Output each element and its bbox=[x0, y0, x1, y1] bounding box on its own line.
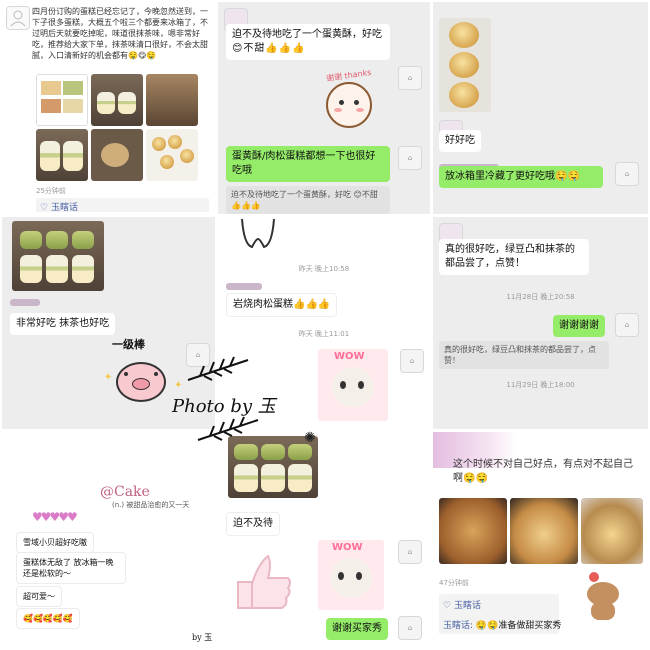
panel-moments-post: 四月份订购的蛋糕已经忘记了，今晚忽然送到，一下子很多蛋糕，大概五个啦三个都要来冰… bbox=[2, 2, 215, 214]
message-bubble[interactable]: 真的很好吃，绿豆凸和抹茶的都品尝了，点赞！ bbox=[439, 239, 589, 275]
cake-inside-photo[interactable] bbox=[510, 498, 578, 564]
heart-icon: ♡ bbox=[443, 601, 452, 611]
message-bubble[interactable]: 迫不及待地吃了一个蛋黄酥，好吃 😊不甜👍👍👍 bbox=[226, 24, 390, 60]
comment-bubble[interactable]: 雪域小贝超好吃嗷 bbox=[16, 532, 94, 553]
avatar[interactable] bbox=[6, 6, 30, 30]
cake-photo[interactable] bbox=[12, 221, 104, 291]
message-text: 迫不及待地吃了一个蛋黄酥，好吃 bbox=[232, 29, 382, 40]
like-name[interactable]: 玉瞎话 bbox=[51, 203, 78, 213]
bear-sticker bbox=[583, 572, 623, 622]
comment-bubble[interactable]: 蛋糕体无敌了 放冰箱一晚还是松软的～ bbox=[16, 552, 126, 584]
cake-bite-photo[interactable] bbox=[581, 498, 643, 564]
sparkle-icon: ✦ bbox=[104, 372, 113, 383]
wow-cat-sticker[interactable]: WOW bbox=[318, 540, 384, 610]
comment-bubble[interactable]: 超可爱～ bbox=[16, 586, 62, 607]
panel-cake-note: @Cake (n.) 被甜品治愈的又一天 ♥♥♥♥♥ 雪域小贝超好吃嗷 蛋糕体无… bbox=[2, 432, 215, 648]
wow-sticker-text: WOW bbox=[332, 542, 363, 553]
reply-bubble[interactable]: 谢谢买家秀 bbox=[326, 618, 388, 640]
wow-cat-sticker[interactable]: WOW bbox=[318, 349, 388, 421]
self-avatar[interactable]: ⌂ bbox=[398, 66, 422, 90]
reply-bubble[interactable]: 放冰箱里冷藏了更好吃哦🤤🤤 bbox=[439, 166, 603, 188]
like-name[interactable]: 玉瞎话 bbox=[454, 601, 481, 611]
post-photo-tarts[interactable] bbox=[146, 129, 198, 181]
comment-text: 🤤🤤准备做甜买家秀 bbox=[475, 621, 562, 631]
firework-doodle-icon: ✺ bbox=[304, 430, 316, 446]
cake-title: @Cake bbox=[100, 484, 150, 500]
self-avatar[interactable]: ⌂ bbox=[615, 162, 639, 186]
post-photo-cakes[interactable] bbox=[91, 74, 143, 126]
self-avatar[interactable]: ⌂ bbox=[400, 349, 424, 373]
post-photo-tea[interactable] bbox=[91, 129, 143, 181]
leaf-branch-icon bbox=[197, 416, 259, 441]
collage-grid: 四月份订购的蛋糕已经忘记了，今晚忽然送到，一下子很多蛋糕，大概五个啦三个都要来冰… bbox=[0, 0, 650, 650]
reply-bubble[interactable]: 蛋黄酥/肉松蛋糕都想一下也很好吃哦 bbox=[226, 146, 390, 182]
reply-bubble[interactable]: 谢谢谢谢 bbox=[553, 315, 605, 337]
panel-chat-6: 真的很好吃，绿豆凸和抹茶的都品尝了，点赞！ 11月28日 晚上20:58 谢谢谢… bbox=[433, 217, 648, 429]
cake-subtitle: (n.) 被甜品治愈的又一天 bbox=[112, 501, 190, 509]
self-avatar[interactable]: ⌂ bbox=[398, 146, 422, 170]
self-avatar[interactable]: ⌂ bbox=[615, 313, 639, 337]
quoted-message: 迫不及待地吃了一个蛋黄酥，好吃 😊不甜👍👍👍 bbox=[226, 186, 390, 214]
comment-bubble[interactable]: 🥰🥰🥰🥰🥰 bbox=[16, 608, 80, 629]
message-bubble[interactable]: 好好吃 bbox=[439, 130, 481, 152]
leaf-branch-icon bbox=[187, 356, 249, 381]
timestamp: 昨天 晚上10:58 bbox=[298, 265, 350, 273]
post-photo-menu[interactable] bbox=[36, 74, 88, 126]
like-row[interactable]: ♡ 玉瞎话 bbox=[443, 598, 481, 611]
panel-moments-post-2: 这个时候不对自己好点，有点对不起自己啊🤤🤤 47分钟前 ♡ 玉瞎话 玉瞎话: 🤤… bbox=[433, 432, 648, 648]
post-caption: 这个时候不对自己好点，有点对不起自己啊🤤🤤 bbox=[453, 459, 633, 484]
badge-text: 一级棒 bbox=[112, 338, 145, 351]
panel-chat-8: 迫不及待 WOW ⌂ 谢谢买家秀 ⌂ bbox=[218, 432, 430, 648]
sender-name-blurred bbox=[10, 297, 40, 308]
post-time: 47分钟前 bbox=[439, 579, 469, 587]
sparkle-icon: ✦ bbox=[174, 380, 183, 391]
quoted-message: 真的很好吃，绿豆凸和抹茶的都品尝了，点赞！ bbox=[439, 341, 609, 369]
signature: by 玉 bbox=[192, 633, 213, 642]
message-bubble[interactable]: 迫不及待 bbox=[226, 512, 280, 536]
thumbs-up-icon bbox=[237, 554, 291, 609]
timestamp: 11月29日 晚上18:00 bbox=[506, 381, 575, 389]
message-bubble[interactable]: 岩烧肉松蛋糕👍👍👍 bbox=[226, 293, 338, 317]
post-photo-box[interactable] bbox=[146, 74, 198, 126]
pig-sticker bbox=[116, 362, 166, 402]
sender-name-blurred bbox=[226, 281, 262, 292]
heart-icon: ♡ bbox=[40, 203, 49, 213]
panel-chat-2: 迫不及待地吃了一个蛋黄酥，好吃 😊不甜👍👍👍 谢谢 thanks ⌂ 蛋黄酥/肉… bbox=[218, 2, 430, 214]
self-avatar[interactable]: ⌂ bbox=[398, 540, 422, 564]
post-photo-cups[interactable] bbox=[36, 129, 88, 181]
wow-sticker-text: WOW bbox=[334, 351, 365, 362]
photo-by-text: Photo by 玉 bbox=[172, 396, 276, 417]
post-text: 四月份订购的蛋糕已经忘记了，今晚忽然送到，一下子很多蛋糕，大概五个啦三个都要来冰… bbox=[32, 7, 208, 60]
egg-tart-photo[interactable] bbox=[439, 18, 491, 112]
self-avatar[interactable]: ⌂ bbox=[398, 616, 422, 640]
comment-author[interactable]: 玉瞎话: bbox=[443, 621, 473, 631]
hearts-decoration-icon: ♥♥♥♥♥ bbox=[32, 510, 78, 524]
timestamp: 11月28日 晚上20:58 bbox=[506, 293, 575, 301]
cake-slice-photo[interactable] bbox=[439, 498, 507, 564]
like-row[interactable]: ♡ 玉瞎话 bbox=[40, 200, 78, 213]
timestamp: 昨天 晚上11:01 bbox=[298, 330, 350, 338]
message-bubble[interactable]: 非常好吃 抹茶也好吃 bbox=[10, 313, 116, 335]
message-emoji: 😊不甜👍👍👍 bbox=[232, 43, 306, 54]
thanks-sticker[interactable] bbox=[326, 82, 372, 128]
comment-row[interactable]: 玉瞎话: 🤤🤤准备做甜买家秀 bbox=[443, 618, 561, 631]
panel-chat-3: 好好吃 放冰箱里冷藏了更好吃哦🤤🤤 ⌂ bbox=[433, 2, 648, 214]
post-time: 25分钟前 bbox=[36, 187, 66, 195]
tooth-doodle-icon bbox=[241, 218, 275, 249]
